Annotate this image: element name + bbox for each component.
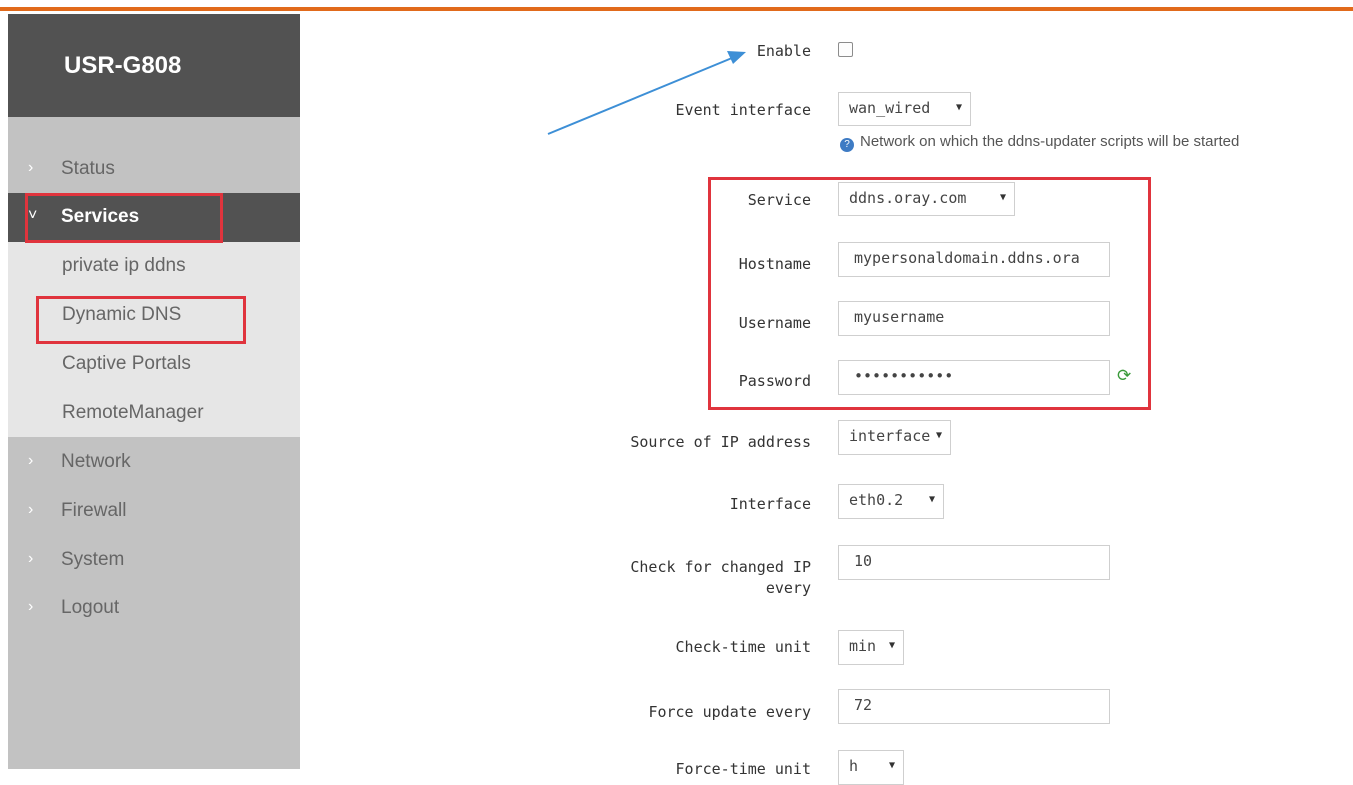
event-interface-label: Event interface xyxy=(675,101,811,119)
hostname-value: mypersonaldomain.ddns.ora xyxy=(854,249,1080,267)
check-interval-label-line1: Check for changed IP xyxy=(630,558,811,576)
hostname-input[interactable]: mypersonaldomain.ddns.ora xyxy=(838,242,1110,277)
force-update-label: Force update every xyxy=(648,703,811,721)
force-time-unit-value: h xyxy=(849,757,859,775)
force-update-input[interactable]: 72 xyxy=(838,689,1110,724)
reveal-password-icon[interactable]: ⟳ xyxy=(1117,366,1131,386)
event-interface-hint: ? Network on which the ddns-updater scrip… xyxy=(840,133,1239,152)
event-interface-value: wan_wired xyxy=(849,99,931,117)
source-ip-select[interactable]: interface ▼ xyxy=(838,420,951,455)
check-time-unit-select[interactable]: min ▼ xyxy=(838,630,904,665)
check-time-unit-value: min xyxy=(849,637,877,655)
service-value: ddns.oray.com xyxy=(849,189,967,207)
check-interval-label: Check for changed IP every xyxy=(511,557,811,599)
force-time-unit-label: Force-time unit xyxy=(675,760,811,778)
dropdown-arrow-icon: ▼ xyxy=(999,192,1006,203)
dropdown-arrow-icon: ▼ xyxy=(928,494,935,505)
force-time-unit-select[interactable]: h ▼ xyxy=(838,750,904,785)
check-interval-input[interactable]: 10 xyxy=(838,545,1110,580)
username-value: myusername xyxy=(854,308,945,326)
hostname-label: Hostname xyxy=(738,255,811,273)
username-input[interactable]: myusername xyxy=(838,301,1110,336)
check-interval-value: 10 xyxy=(854,552,873,570)
dropdown-arrow-icon: ▼ xyxy=(888,640,895,651)
event-interface-hint-text: Network on which the ddns-updater script… xyxy=(860,133,1240,150)
interface-value: eth0.2 xyxy=(849,491,904,509)
source-ip-value: interface xyxy=(849,427,931,445)
password-label: Password xyxy=(738,372,811,390)
help-icon: ? xyxy=(840,138,854,152)
dropdown-arrow-icon: ▼ xyxy=(955,102,962,113)
event-interface-select[interactable]: wan_wired ▼ xyxy=(838,92,971,126)
enable-label: Enable xyxy=(756,42,811,60)
service-select[interactable]: ddns.oray.com ▼ xyxy=(838,182,1015,216)
check-interval-label-line2: every xyxy=(765,579,811,597)
dropdown-arrow-icon: ▼ xyxy=(935,430,942,441)
service-label: Service xyxy=(747,191,811,209)
annotation-arrow-line xyxy=(547,57,733,135)
interface-select[interactable]: eth0.2 ▼ xyxy=(838,484,944,519)
check-time-unit-label: Check-time unit xyxy=(675,638,811,656)
password-value: ••••••••••• xyxy=(854,367,954,385)
username-label: Username xyxy=(738,314,811,332)
interface-label: Interface xyxy=(729,495,811,513)
dropdown-arrow-icon: ▼ xyxy=(888,760,895,771)
password-input[interactable]: ••••••••••• xyxy=(838,360,1110,395)
source-ip-label: Source of IP address xyxy=(630,433,811,451)
force-update-value: 72 xyxy=(854,696,873,714)
enable-checkbox[interactable] xyxy=(838,42,853,57)
